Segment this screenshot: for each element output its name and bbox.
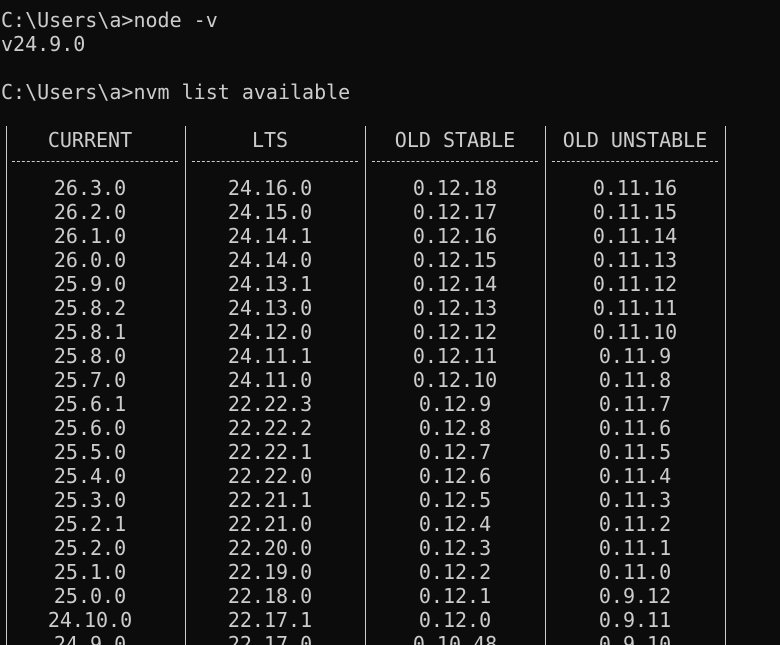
table-cell-old-unstable: 0.11.10 — [592, 320, 678, 344]
table-cell-lts: 22.18.0 — [227, 584, 313, 608]
table-cell-lts: 24.14.1 — [227, 224, 313, 248]
table-cell-lts: 22.22.3 — [227, 392, 313, 416]
table-cell-old-stable: 0.12.16 — [412, 224, 498, 248]
table-cell-old-stable: 0.12.6 — [418, 464, 492, 488]
table-cell-lts: 24.11.0 — [227, 368, 313, 392]
table-cell-old-stable: 0.12.7 — [418, 440, 492, 464]
table-cell-lts: 22.21.1 — [227, 488, 313, 512]
table-divider-2 — [365, 126, 366, 645]
table-cell-old-unstable: 0.11.16 — [592, 176, 678, 200]
table-cell-lts: 24.15.0 — [227, 200, 313, 224]
header-current: CURRENT — [47, 128, 133, 152]
table-border-left — [6, 126, 7, 645]
table-cell-old-stable: 0.10.48 — [412, 632, 498, 645]
table-cell-current: 25.1.0 — [53, 560, 127, 584]
table-cell-old-unstable: 0.11.7 — [598, 392, 672, 416]
table-cell-old-unstable: 0.9.10 — [598, 632, 672, 645]
header-lts: LTS — [251, 128, 289, 152]
header-separator-current — [12, 161, 178, 162]
table-cell-current: 25.6.0 — [53, 416, 127, 440]
output-node-version: v24.9.0 — [1, 32, 86, 56]
table-cell-old-stable: 0.12.10 — [412, 368, 498, 392]
table-cell-old-stable: 0.12.2 — [418, 560, 492, 584]
table-divider-3 — [545, 126, 546, 645]
table-cell-current: 24.9.0 — [53, 632, 127, 645]
table-cell-current: 25.8.1 — [53, 320, 127, 344]
table-cell-lts: 24.11.1 — [227, 344, 313, 368]
table-cell-old-stable: 0.12.14 — [412, 272, 498, 296]
header-separator-lts — [192, 161, 358, 162]
command-line-node-version: C:\Users\a>node -v — [1, 8, 218, 32]
table-cell-old-stable: 0.12.18 — [412, 176, 498, 200]
table-cell-old-unstable: 0.11.2 — [598, 512, 672, 536]
table-cell-current: 25.4.0 — [53, 464, 127, 488]
table-cell-old-unstable: 0.11.8 — [598, 368, 672, 392]
table-cell-old-stable: 0.12.9 — [418, 392, 492, 416]
table-cell-current: 26.1.0 — [53, 224, 127, 248]
header-separator-old-stable — [372, 161, 538, 162]
table-cell-lts: 22.19.0 — [227, 560, 313, 584]
table-cell-lts: 24.13.1 — [227, 272, 313, 296]
header-old-unstable: OLD UNSTABLE — [562, 128, 708, 152]
table-cell-lts: 24.13.0 — [227, 296, 313, 320]
table-cell-current: 25.0.0 — [53, 584, 127, 608]
table-cell-old-unstable: 0.11.11 — [592, 296, 678, 320]
table-divider-1 — [185, 126, 186, 645]
table-cell-lts: 24.12.0 — [227, 320, 313, 344]
table-cell-old-stable: 0.12.15 — [412, 248, 498, 272]
table-cell-old-unstable: 0.11.0 — [598, 560, 672, 584]
table-cell-old-unstable: 0.9.11 — [598, 608, 672, 632]
table-border-right — [725, 126, 726, 645]
table-cell-lts: 22.22.0 — [227, 464, 313, 488]
table-cell-current: 25.8.2 — [53, 296, 127, 320]
table-cell-lts: 24.14.0 — [227, 248, 313, 272]
table-cell-lts: 22.17.0 — [227, 632, 313, 645]
table-cell-old-unstable: 0.11.6 — [598, 416, 672, 440]
table-cell-lts: 22.22.1 — [227, 440, 313, 464]
table-cell-current: 25.8.0 — [53, 344, 127, 368]
table-cell-old-stable: 0.12.0 — [418, 608, 492, 632]
table-cell-old-stable: 0.12.3 — [418, 536, 492, 560]
table-cell-old-unstable: 0.11.3 — [598, 488, 672, 512]
table-cell-old-unstable: 0.11.13 — [592, 248, 678, 272]
table-cell-lts: 22.22.2 — [227, 416, 313, 440]
table-cell-old-unstable: 0.11.9 — [598, 344, 672, 368]
table-cell-current: 25.2.0 — [53, 536, 127, 560]
table-cell-lts: 22.21.0 — [227, 512, 313, 536]
header-separator-old-unstable — [552, 161, 718, 162]
table-cell-old-stable: 0.12.13 — [412, 296, 498, 320]
table-cell-old-unstable: 0.11.15 — [592, 200, 678, 224]
table-cell-current: 25.3.0 — [53, 488, 127, 512]
table-cell-old-unstable: 0.9.12 — [598, 584, 672, 608]
table-cell-old-unstable: 0.11.5 — [598, 440, 672, 464]
table-cell-current: 25.2.1 — [53, 512, 127, 536]
table-cell-old-unstable: 0.11.12 — [592, 272, 678, 296]
table-cell-old-unstable: 0.11.4 — [598, 464, 672, 488]
table-cell-lts: 22.17.1 — [227, 608, 313, 632]
table-cell-current: 26.0.0 — [53, 248, 127, 272]
table-cell-old-unstable: 0.11.14 — [592, 224, 678, 248]
table-cell-old-stable: 0.12.5 — [418, 488, 492, 512]
table-cell-current: 25.6.1 — [53, 392, 127, 416]
command-line-nvm-list: C:\Users\a>nvm list available — [1, 80, 351, 104]
table-cell-old-stable: 0.12.11 — [412, 344, 498, 368]
header-old-stable: OLD STABLE — [394, 128, 516, 152]
table-cell-lts: 22.20.0 — [227, 536, 313, 560]
table-cell-current: 25.9.0 — [53, 272, 127, 296]
table-cell-current: 25.5.0 — [53, 440, 127, 464]
table-cell-lts: 24.16.0 — [227, 176, 313, 200]
table-cell-old-stable: 0.12.8 — [418, 416, 492, 440]
table-cell-old-stable: 0.12.4 — [418, 512, 492, 536]
table-cell-current: 24.10.0 — [47, 608, 133, 632]
table-cell-current: 25.7.0 — [53, 368, 127, 392]
table-cell-old-unstable: 0.11.1 — [598, 536, 672, 560]
table-cell-current: 26.2.0 — [53, 200, 127, 224]
table-cell-old-stable: 0.12.17 — [412, 200, 498, 224]
table-cell-old-stable: 0.12.12 — [412, 320, 498, 344]
table-cell-old-stable: 0.12.1 — [418, 584, 492, 608]
table-cell-current: 26.3.0 — [53, 176, 127, 200]
